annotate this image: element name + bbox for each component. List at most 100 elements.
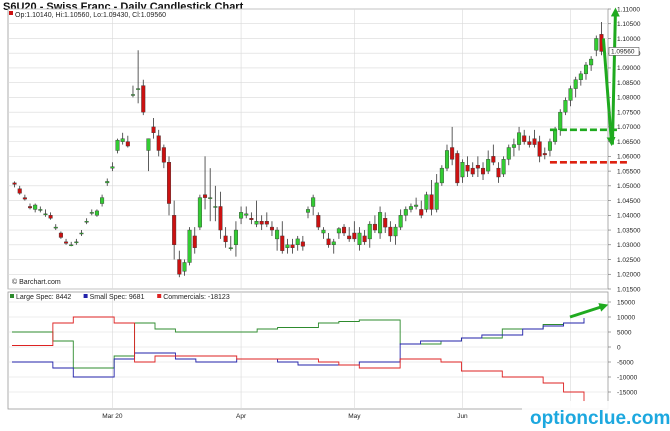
candle-body bbox=[357, 232, 362, 245]
candle-body bbox=[326, 238, 331, 245]
candle-body bbox=[254, 221, 259, 225]
candle-body bbox=[33, 204, 38, 210]
candle-body bbox=[393, 226, 398, 237]
candle-body bbox=[58, 232, 63, 238]
candle-body bbox=[311, 197, 316, 207]
cot-legend-label: Large Spec: 8442 bbox=[16, 294, 71, 301]
price-tick-label: 1.03000 bbox=[617, 242, 641, 249]
candle-body bbox=[347, 235, 352, 240]
candle-body bbox=[300, 241, 305, 247]
candle-body bbox=[532, 138, 537, 145]
candle-body bbox=[527, 141, 532, 145]
candle-body bbox=[100, 197, 105, 204]
current-price-label: 1.09560 bbox=[611, 49, 635, 56]
candle-body bbox=[460, 162, 465, 178]
candle-body bbox=[305, 209, 311, 213]
candle-body bbox=[429, 194, 434, 210]
cot-y-axis: 15000 10000 5000 0 -5000 -10000 -15000 bbox=[608, 299, 638, 396]
price-tick-label: 1.09000 bbox=[617, 65, 641, 72]
candle-body bbox=[501, 159, 506, 175]
candle-body bbox=[542, 153, 547, 156]
candle-body bbox=[167, 162, 172, 204]
candle-body bbox=[362, 235, 367, 243]
candle-body bbox=[269, 226, 274, 231]
price-tick-label: 1.07000 bbox=[617, 124, 641, 131]
candle-body bbox=[94, 210, 99, 216]
candle-body bbox=[69, 244, 74, 246]
cot-legend-swatch bbox=[157, 294, 162, 298]
candle-body bbox=[496, 167, 501, 178]
candle-body bbox=[403, 209, 408, 216]
cot-tick-label: 5000 bbox=[617, 329, 632, 336]
candle-body bbox=[239, 212, 244, 219]
candle-body bbox=[321, 229, 326, 234]
candle-body bbox=[558, 111, 563, 131]
candle-body bbox=[578, 73, 583, 80]
candle-body bbox=[398, 215, 403, 228]
price-tick-label: 1.07500 bbox=[617, 109, 641, 116]
candle-body bbox=[316, 215, 321, 228]
candle-body bbox=[218, 206, 223, 231]
candle-body bbox=[84, 221, 89, 223]
candle-body bbox=[197, 197, 202, 228]
candle-body bbox=[120, 138, 125, 142]
candle-body bbox=[470, 167, 475, 175]
price-tick-label: 1.05000 bbox=[617, 183, 641, 190]
cot-tick-label: 0 bbox=[617, 344, 621, 351]
candle-body bbox=[79, 232, 84, 235]
candle-body bbox=[74, 241, 79, 244]
candle-body bbox=[156, 135, 161, 151]
candle-body bbox=[177, 259, 182, 275]
cot-legend-label: Small Spec: 9681 bbox=[90, 294, 145, 301]
candle-body bbox=[352, 232, 357, 240]
candle-body bbox=[434, 182, 439, 210]
candle-body bbox=[172, 215, 177, 245]
candle-body bbox=[383, 218, 388, 228]
price-tick-label: 1.01500 bbox=[617, 286, 641, 293]
ohlc-header: Op:1.10140, Hi:1.10560, Lo:1.09430, Cl:1… bbox=[15, 12, 166, 19]
price-tick-label: 1.06500 bbox=[617, 139, 641, 146]
candle-body bbox=[280, 235, 285, 251]
cot-panel: 15000 10000 5000 0 -5000 -10000 -15000 Large S… bbox=[7, 291, 638, 410]
candle-body bbox=[38, 209, 43, 211]
candle-body bbox=[414, 204, 419, 207]
candle-body bbox=[146, 138, 151, 151]
candle-body bbox=[342, 226, 347, 234]
candle-body bbox=[182, 262, 187, 272]
candle-body bbox=[28, 206, 33, 209]
candle-body bbox=[290, 244, 295, 248]
candle-body bbox=[408, 206, 413, 210]
candle-body bbox=[48, 215, 53, 219]
price-tick-label: 1.05500 bbox=[617, 168, 641, 175]
candle-body bbox=[568, 88, 573, 101]
candle-body bbox=[249, 218, 254, 220]
price-tick-label: 1.10500 bbox=[617, 21, 641, 28]
candle-body bbox=[125, 141, 130, 147]
price-tick-label: 1.02500 bbox=[617, 257, 641, 264]
candle-body bbox=[233, 229, 238, 245]
candle-body bbox=[455, 153, 460, 184]
candle-body bbox=[465, 165, 470, 172]
candle-body bbox=[141, 85, 146, 113]
candle-body bbox=[444, 150, 449, 169]
candle-body bbox=[589, 58, 594, 66]
barchart-credit: © Barchart.com bbox=[12, 278, 61, 286]
candle-body bbox=[481, 167, 486, 175]
candle-body bbox=[424, 194, 429, 210]
cot-legend-label: Commercials: -18123 bbox=[163, 294, 230, 301]
candle-body bbox=[64, 241, 69, 244]
candle-body bbox=[203, 194, 208, 198]
candle-body bbox=[136, 88, 141, 90]
candle-body bbox=[259, 221, 264, 225]
candle-body bbox=[547, 141, 552, 151]
price-tick-label: 1.11000 bbox=[617, 6, 640, 13]
candle-body bbox=[553, 129, 558, 142]
candle-body bbox=[187, 229, 192, 263]
price-tick-label: 1.08000 bbox=[617, 95, 641, 102]
cot-legend-swatch bbox=[10, 294, 14, 298]
month-label: Jun bbox=[457, 413, 468, 420]
candle-body bbox=[537, 141, 542, 157]
candle-body bbox=[563, 100, 568, 113]
price-tick-label: 1.04000 bbox=[617, 213, 641, 220]
candle-body bbox=[517, 132, 522, 145]
